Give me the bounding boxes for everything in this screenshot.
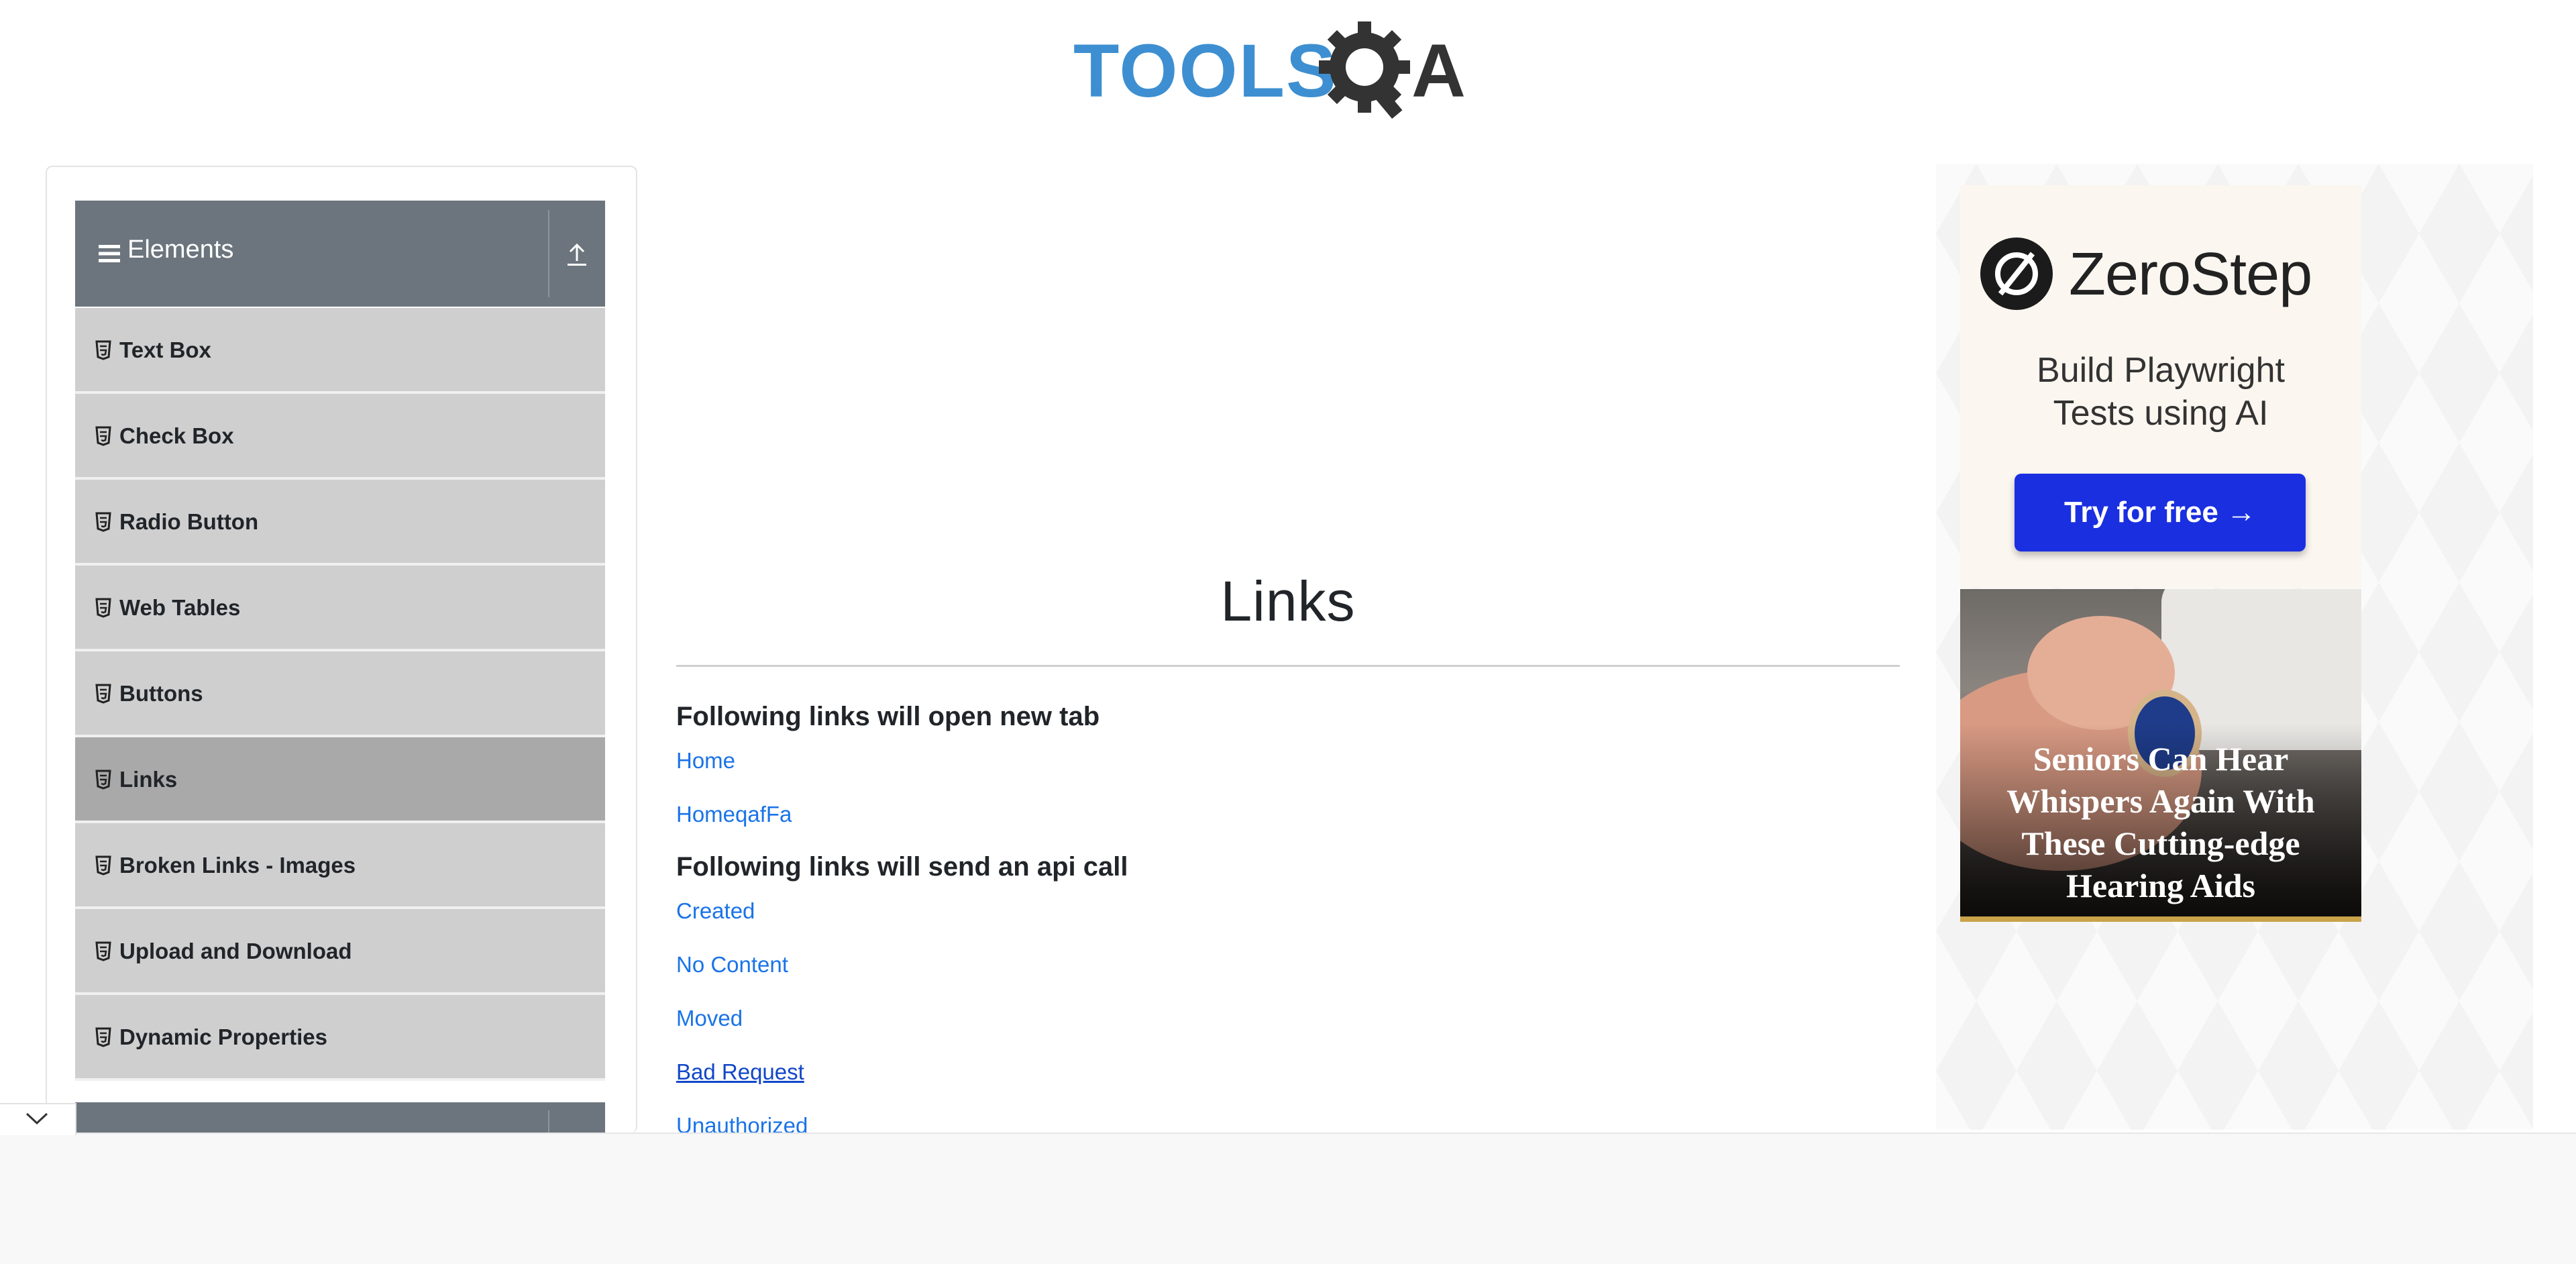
bottom-bar-toggle[interactable] (0, 1103, 76, 1135)
html5-icon (95, 1027, 111, 1047)
elements-group-header[interactable]: Elements (75, 201, 605, 307)
ad-headline-line: These Cutting-edge (2021, 825, 2300, 862)
sidebar-item-label: Links (119, 767, 178, 792)
sidebar-item-label: Radio Button (119, 509, 259, 534)
sidebar-item-radio-button[interactable]: Radio Button (75, 480, 605, 566)
sidebar-item-label: Web Tables (119, 595, 241, 620)
toolsqa-logo[interactable]: TOOLS A (1073, 21, 1509, 121)
logo-text-tools: TOOLS (1073, 29, 1338, 113)
logo-text-a: A (1411, 29, 1466, 113)
header-divider (548, 1110, 549, 1133)
section-heading-api-call: Following links will send an api call (676, 852, 1128, 882)
chevron-down-icon (25, 1112, 48, 1125)
html5-icon (95, 598, 111, 618)
sidebar-item-web-tables[interactable]: Web Tables (75, 566, 605, 651)
sidebar-item-check-box[interactable]: Check Box (75, 394, 605, 480)
html5-icon (95, 770, 111, 790)
header-divider (548, 210, 549, 297)
created-link[interactable]: Created (676, 898, 755, 924)
html5-icon (95, 684, 111, 704)
dynamic-home-link[interactable]: HomeqafFa (676, 802, 792, 827)
page-title: Links (1220, 570, 1356, 633)
toolsqa-logo-graphic: TOOLS A (1073, 21, 1466, 119)
html5-icon (95, 340, 111, 360)
sidebar-item-text-box[interactable]: Text Box (75, 308, 605, 394)
ad-brand-name: ZeroStep (2069, 241, 2312, 308)
next-group-header[interactable] (75, 1102, 605, 1133)
no-content-link[interactable]: No Content (676, 952, 788, 978)
ad-tagline-line: Build Playwright (2037, 351, 2285, 390)
left-panel: Elements Text Box Check Box Radio Button… (46, 166, 637, 1133)
html5-icon (95, 855, 111, 876)
group-title: Elements (127, 235, 234, 264)
sidebar-item-broken-links-images[interactable]: Broken Links - Images (75, 823, 605, 909)
html5-icon (95, 941, 111, 961)
sidebar-item-label: Check Box (119, 423, 234, 448)
sidebar-item-dynamic-properties[interactable]: Dynamic Properties (75, 995, 605, 1081)
html5-icon (95, 426, 111, 446)
sidebar-item-label: Broken Links - Images (119, 853, 356, 878)
sidebar-item-label: Dynamic Properties (119, 1024, 327, 1049)
collapse-up-icon[interactable] (565, 241, 589, 268)
ad-headline-line: Whispers Again With (2006, 782, 2315, 820)
html5-icon (95, 512, 111, 532)
sidebar-item-links[interactable]: Links (75, 737, 605, 823)
section-heading-new-tab: Following links will open new tab (676, 702, 1100, 731)
title-divider (676, 665, 1900, 667)
zerostep-logo-icon (1980, 238, 2053, 310)
bad-request-link[interactable]: Bad Request (676, 1059, 804, 1085)
sidebar-item-label: Upload and Download (119, 939, 352, 963)
ad-tagline: Build Playwright Tests using AI (1960, 349, 2361, 435)
moved-link[interactable]: Moved (676, 1006, 743, 1031)
ad-headline-line: Hearing Aids (2066, 867, 2255, 904)
sidebar-item-label: Buttons (119, 681, 203, 706)
ad-gold-strip (1960, 916, 2361, 922)
ad-tagline-line: Tests using AI (2053, 394, 2269, 433)
bottom-ad-bar (0, 1133, 2576, 1264)
sidebar-item-label: Text Box (119, 337, 211, 362)
sidebar-item-buttons[interactable]: Buttons (75, 651, 605, 737)
sidebar-item-upload-and-download[interactable]: Upload and Download (75, 909, 605, 995)
try-for-free-button[interactable]: Try for free → (2015, 474, 2306, 551)
elements-menu: Text Box Check Box Radio Button Web Tabl… (75, 308, 605, 1081)
home-link[interactable]: Home (676, 748, 735, 774)
ad-headline[interactable]: Seniors Can Hear Whispers Again With The… (1960, 738, 2361, 907)
hamburger-icon (99, 245, 120, 262)
ad-headline-line: Seniors Can Hear (2033, 740, 2289, 778)
